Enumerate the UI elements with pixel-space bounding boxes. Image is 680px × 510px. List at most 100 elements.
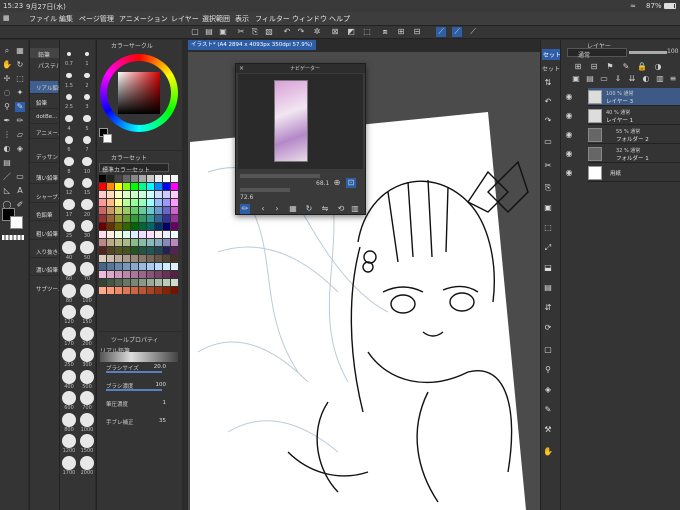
color-swatch[interactable] <box>171 263 178 270</box>
color-swatch[interactable] <box>147 239 154 246</box>
color-swatch[interactable] <box>171 215 178 222</box>
color-swatch[interactable] <box>155 175 162 182</box>
color-swatch[interactable] <box>115 271 122 278</box>
bucket-side-icon[interactable]: ◈ <box>542 384 554 396</box>
color-swatch[interactable] <box>139 231 146 238</box>
folder-row-1[interactable]: 32 % 通常 フォルダー 1 <box>588 145 680 163</box>
color-swatch[interactable] <box>115 247 122 254</box>
brush-size-preset[interactable] <box>80 219 94 233</box>
color-swatch[interactable] <box>99 175 106 182</box>
color-swatch[interactable] <box>123 183 130 190</box>
color-swatch[interactable] <box>139 191 146 198</box>
color-swatch[interactable] <box>107 287 114 294</box>
color-swatch[interactable] <box>107 223 114 230</box>
color-swatch[interactable] <box>155 223 162 230</box>
transform-icon[interactable]: ⬚ <box>362 27 372 37</box>
brush-size-preset[interactable] <box>62 305 76 319</box>
color-swatch[interactable] <box>123 199 130 206</box>
flip-side-icon[interactable]: ⇵ <box>542 302 554 314</box>
color-swatch[interactable] <box>155 271 162 278</box>
color-swatch[interactable] <box>131 271 138 278</box>
color-swatch[interactable] <box>115 263 122 270</box>
brush-size-preset[interactable] <box>62 348 76 362</box>
brush-size-preset[interactable] <box>80 455 94 470</box>
color-swatch[interactable] <box>147 255 154 262</box>
brush-size-preset[interactable] <box>83 114 91 123</box>
color-swatch[interactable] <box>107 271 114 278</box>
subtool-dessin[interactable]: デッサン <box>30 150 58 163</box>
delete-layer-icon[interactable]: ▥ <box>655 74 665 84</box>
open-icon[interactable]: ▤ <box>204 27 214 37</box>
brush-size-preset[interactable] <box>66 72 72 79</box>
menu-help[interactable]: ヘルプ <box>329 14 350 24</box>
ref-layer-icon[interactable]: ⚑ <box>605 62 615 72</box>
blend-mode-select[interactable]: 通常 <box>567 48 627 59</box>
new-icon[interactable]: ▢ <box>190 27 200 37</box>
select-tool-icon[interactable]: ⬚ <box>15 74 25 84</box>
hue-ring[interactable] <box>100 54 178 132</box>
color-swatch[interactable] <box>99 199 106 206</box>
color-swatch[interactable] <box>139 263 146 270</box>
subtool-anime[interactable]: アニメー... <box>30 126 63 139</box>
color-swatch[interactable] <box>115 215 122 222</box>
color-swatch[interactable] <box>147 207 154 214</box>
color-swatch[interactable] <box>171 207 178 214</box>
new-vector-icon[interactable]: ▤ <box>585 74 595 84</box>
color-swatch[interactable] <box>131 183 138 190</box>
free-transform-icon[interactable]: ⬓ <box>542 262 554 274</box>
color-swatch[interactable] <box>123 191 130 198</box>
app-icon[interactable]: ▦ <box>3 14 10 22</box>
color-swatch[interactable] <box>163 247 170 254</box>
subtool-light-pencil[interactable]: 薄い鉛筆 <box>30 171 58 184</box>
color-swatch[interactable] <box>123 215 130 222</box>
color-swatch[interactable] <box>107 199 114 206</box>
color-swatch[interactable] <box>147 271 154 278</box>
subtool-dotbe[interactable]: dotBe... <box>30 111 58 124</box>
menu-file[interactable]: ファイル <box>29 14 57 24</box>
hand-side-icon[interactable]: ✋ <box>542 446 554 458</box>
color-swatch[interactable] <box>99 247 106 254</box>
brush-size-preset[interactable] <box>65 93 73 101</box>
layer-row-1[interactable]: 40 % 通常 レイヤー 1 <box>588 107 680 125</box>
color-swatch[interactable] <box>123 175 130 182</box>
color-swatch[interactable] <box>115 175 122 182</box>
nav-next-icon[interactable]: › <box>272 204 282 214</box>
brush-size-preset[interactable] <box>85 52 89 56</box>
draft-layer-icon[interactable]: ✎ <box>621 62 631 72</box>
merge-icon[interactable]: ⇊ <box>627 74 637 84</box>
color-swatch[interactable] <box>171 199 178 206</box>
brush-size-preset[interactable] <box>62 219 76 233</box>
fit-icon[interactable]: ⊡ <box>346 178 356 188</box>
menu-selection[interactable]: 選択範囲 <box>202 14 230 24</box>
subtool-color-pencil[interactable]: 色鉛筆 <box>30 208 58 221</box>
brush-tool-icon[interactable]: ✏ <box>15 116 25 126</box>
color-swatch[interactable] <box>107 239 114 246</box>
menu-page[interactable]: ページ管理 <box>79 14 114 24</box>
color-swatch[interactable] <box>171 223 178 230</box>
color-swatch[interactable] <box>123 255 130 262</box>
brush-size-slider[interactable] <box>106 371 162 373</box>
color-swatch[interactable] <box>107 255 114 262</box>
brush-density-slider[interactable] <box>106 389 162 391</box>
text-tool-icon[interactable]: A <box>15 186 25 196</box>
rotate-side-icon[interactable]: ⟳ <box>542 322 554 334</box>
color-swatch[interactable] <box>171 255 178 262</box>
brush-size-preset[interactable] <box>63 198 75 211</box>
color-swatch[interactable] <box>147 231 154 238</box>
transform-side-icon[interactable]: ⬚ <box>542 222 554 234</box>
color-swatch[interactable] <box>115 191 122 198</box>
brush-size-preset[interactable] <box>62 283 76 298</box>
color-swatch[interactable] <box>115 223 122 230</box>
apply-mask-icon[interactable]: ◐ <box>641 74 651 84</box>
brush-size-preset[interactable] <box>83 93 91 101</box>
nav-rotate-icon[interactable]: ↻ <box>304 204 314 214</box>
color-swatch[interactable] <box>171 183 178 190</box>
brush-size-preset[interactable] <box>62 455 76 470</box>
nav-reset-icon[interactable]: ⟲ <box>336 204 346 214</box>
color-swatch[interactable] <box>147 279 154 286</box>
clear-icon[interactable]: ⊠ <box>330 27 340 37</box>
zoom-slider[interactable] <box>240 174 320 178</box>
color-swatch[interactable] <box>155 231 162 238</box>
color-swatch[interactable] <box>163 207 170 214</box>
brush-size-preset[interactable] <box>82 135 92 145</box>
